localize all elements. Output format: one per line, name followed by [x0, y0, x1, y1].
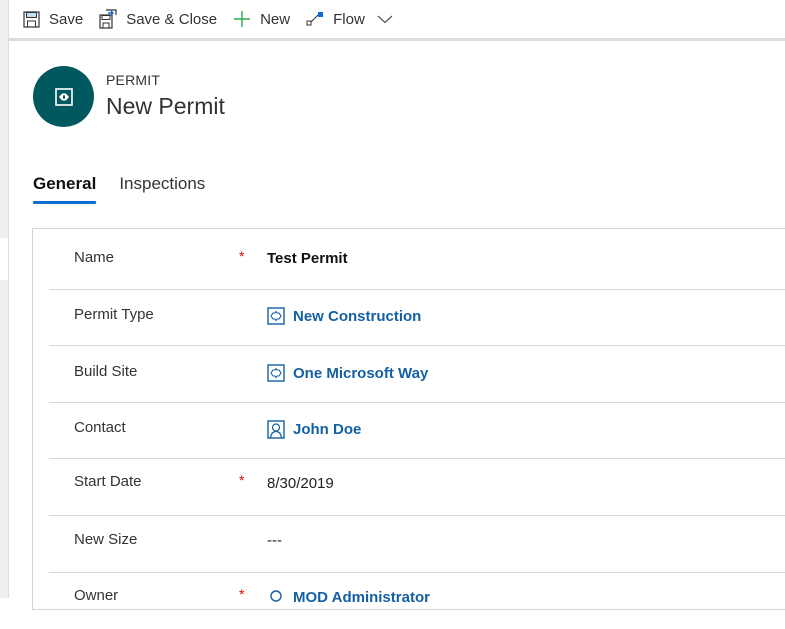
tab-general[interactable]: General [33, 174, 97, 204]
required-indicator: * [239, 248, 245, 264]
save-button[interactable]: Save [15, 3, 91, 35]
chevron-down-icon [377, 15, 393, 24]
command-bar: Save Save & Close New Flow [9, 0, 785, 41]
tab-inspections[interactable]: Inspections [119, 174, 205, 202]
save-close-label: Save & Close [126, 10, 218, 28]
general-section: Name * Test Permit Permit Type New Const… [32, 228, 785, 610]
flow-label: Flow [333, 10, 365, 28]
field-row-owner: Owner * MOD Administrator [49, 573, 785, 629]
entity-avatar [33, 66, 94, 127]
save-label: Save [49, 10, 84, 28]
left-navigation-strip [0, 0, 9, 598]
field-label-build-site: Build Site [74, 363, 138, 380]
field-label-permit-type: Permit Type [74, 306, 154, 323]
owner-lookup[interactable]: MOD Administrator [267, 588, 430, 606]
user-icon [270, 590, 282, 602]
start-date-field[interactable]: 8/30/2019 [267, 475, 334, 492]
field-label-contact: Contact [74, 419, 126, 436]
entity-type-label: PERMIT [106, 72, 161, 88]
left-strip-gap [0, 238, 8, 280]
field-row-start-date: Start Date * 8/30/2019 [49, 459, 785, 516]
required-indicator: * [239, 586, 245, 602]
name-field[interactable]: Test Permit [267, 250, 348, 267]
field-row-name: Name * Test Permit [49, 229, 785, 290]
flow-button[interactable]: Flow [298, 3, 373, 35]
new-label: New [260, 10, 291, 28]
new-button[interactable]: New [225, 3, 298, 35]
field-label-owner: Owner [74, 587, 119, 604]
new-size-field[interactable]: --- [267, 532, 282, 549]
entity-record-icon [267, 307, 285, 325]
field-label-start-date: Start Date [74, 473, 142, 490]
field-row-contact: Contact John Doe [49, 403, 785, 459]
more-commands-dropdown[interactable] [373, 3, 408, 35]
build-site-value: One Microsoft Way [293, 364, 429, 382]
field-label-name: Name [74, 249, 115, 266]
build-site-lookup[interactable]: One Microsoft Way [267, 364, 428, 382]
record-title: New Permit [106, 93, 225, 119]
contact-value: John Doe [293, 421, 362, 438]
save-close-icon [99, 9, 117, 29]
field-label-new-size: New Size [74, 531, 138, 548]
owner-value: MOD Administrator [293, 588, 430, 606]
field-row-build-site: Build Site One Microsoft Way [49, 346, 785, 403]
contact-icon [267, 420, 285, 439]
save-icon [23, 10, 40, 28]
field-row-permit-type: Permit Type New Construction [49, 290, 785, 346]
plus-icon [234, 11, 251, 27]
permit-entity-icon [54, 87, 73, 106]
permit-type-lookup[interactable]: New Construction [267, 307, 421, 325]
entity-record-icon [267, 364, 285, 382]
permit-type-value: New Construction [293, 307, 422, 325]
form-tabs: General Inspections [33, 174, 228, 204]
field-row-new-size: New Size --- [49, 516, 785, 573]
required-indicator: * [239, 472, 245, 488]
contact-lookup[interactable]: John Doe [267, 420, 361, 439]
save-and-close-button[interactable]: Save & Close [91, 3, 225, 35]
flow-icon [306, 12, 324, 26]
